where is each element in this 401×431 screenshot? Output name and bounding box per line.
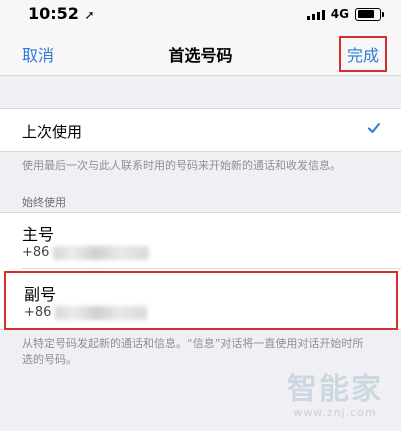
section-header-always-use: 始终使用 [22,196,66,209]
phone-number: +86 [22,245,150,260]
navigation-bar: 取消 首选号码 完成 [0,28,401,76]
option-last-used-label: 上次使用 [22,123,83,141]
phone-number: +86 [24,305,148,320]
watermark-url: www.znj.com [293,406,377,419]
checkmark-icon [368,123,380,133]
location-icon: ➚ [84,8,95,22]
phone-label: 主号 [22,225,55,244]
phone-option-primary[interactable]: 主号 +86 [0,213,401,269]
status-bar: 10:52 ➚ 4G [0,0,401,28]
cellular-signal-icon [306,8,325,20]
phone-option-secondary[interactable]: 副号 +86 [4,271,398,330]
battery-icon [355,7,384,21]
status-indicators: 4G [306,6,384,22]
redacted-number [53,245,150,260]
last-used-footnote: 使用最后一次与此人联系时用的号码来开始新的通话和收发信息。 [22,159,341,172]
network-type: 4G [330,7,349,21]
option-last-used[interactable]: 上次使用 [0,108,401,152]
redacted-number [55,305,148,320]
watermark-logo: 智能家 [287,372,383,407]
status-time: 10:52 ➚ [28,4,95,23]
phone-number-list: 主号 +86 副号 +86 [0,212,401,330]
done-button[interactable]: 完成 [338,36,387,72]
phone-label: 副号 [24,285,57,304]
clock: 10:52 [28,4,79,23]
watermark: 智能家 www.znj.com [287,364,383,419]
